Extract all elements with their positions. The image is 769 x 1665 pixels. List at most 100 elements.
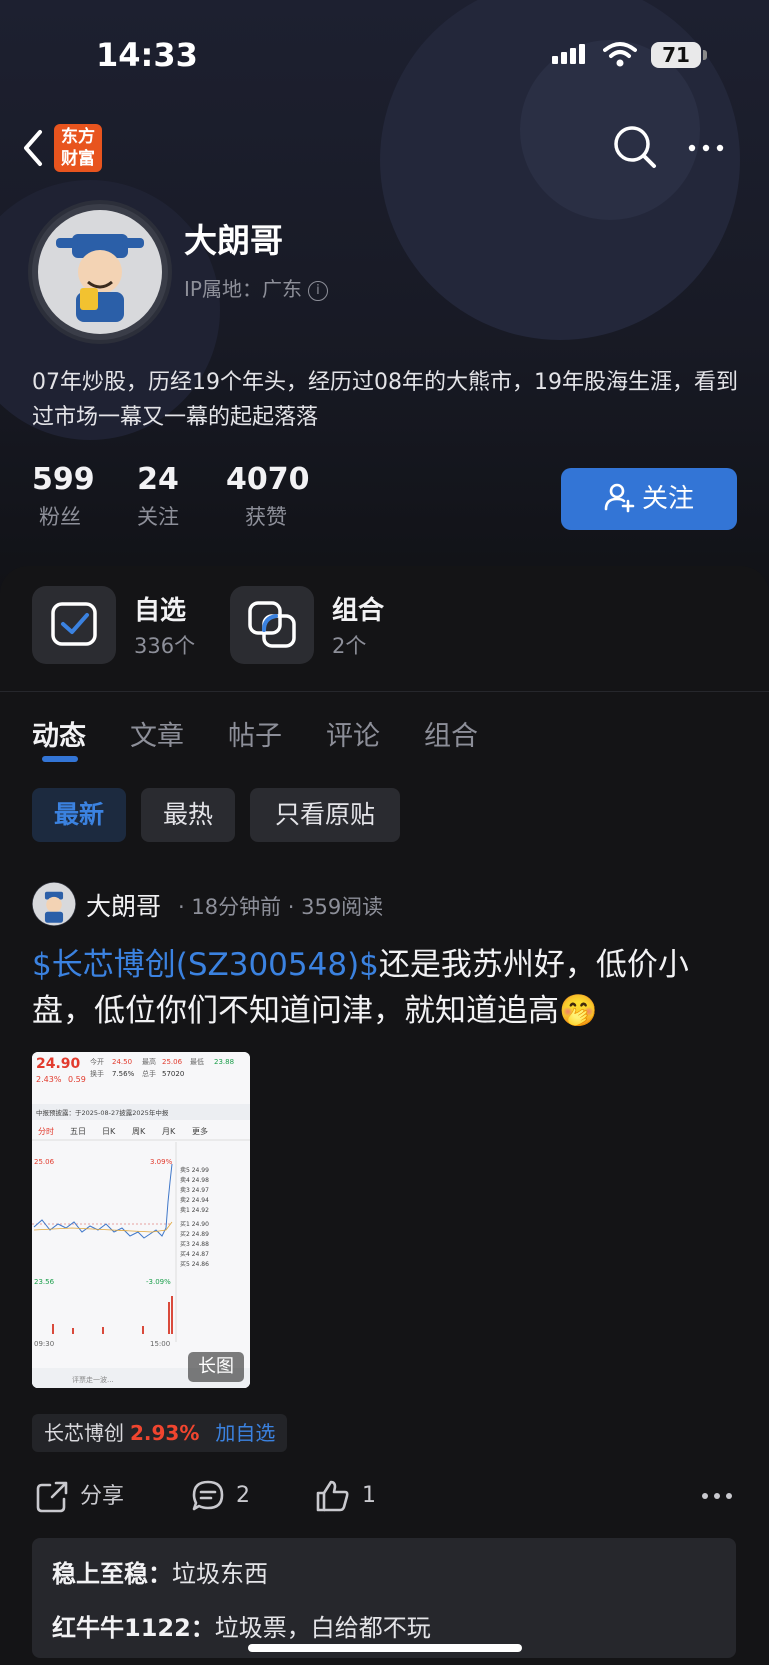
tab-posts[interactable]: 帖子 bbox=[228, 714, 282, 753]
comment-button[interactable]: 2 bbox=[190, 1478, 250, 1514]
add-to-watchlist-link[interactable]: 加自选 bbox=[215, 1421, 275, 1445]
svg-text:卖4 24.98: 卖4 24.98 bbox=[180, 1177, 209, 1184]
svg-text:卖2 24.94: 卖2 24.94 bbox=[180, 1197, 209, 1204]
ip-location: IP属地：广东 i bbox=[184, 273, 328, 302]
watchlist-count: 336个 bbox=[134, 634, 196, 658]
share-label: 分享 bbox=[80, 1484, 125, 1509]
post-text[interactable]: $长芯博创(SZ300548)$还是我苏州好，低价小盘，低位你们不知道问津，就知… bbox=[32, 942, 742, 1034]
thumb-top-pct: 3.09% bbox=[150, 1158, 173, 1166]
svg-text:换手: 换手 bbox=[90, 1069, 104, 1078]
thumb-volume: 57020 bbox=[162, 1070, 184, 1078]
follow-label: 关注 bbox=[641, 484, 694, 514]
watchlist-title[interactable]: 自选 bbox=[134, 590, 186, 627]
svg-text:买1 24.90: 买1 24.90 bbox=[180, 1220, 209, 1228]
svg-text:最高: 最高 bbox=[142, 1057, 156, 1066]
filter-latest[interactable]: 最新 bbox=[32, 788, 126, 842]
thumb-high: 25.06 bbox=[162, 1058, 183, 1066]
thumb-time-start: 09:30 bbox=[34, 1340, 54, 1348]
long-image-badge: 长图 bbox=[188, 1352, 244, 1382]
stat-value: 4070 bbox=[226, 462, 310, 497]
thumb-turnover: 7.56% bbox=[112, 1070, 135, 1078]
thumb-open: 24.50 bbox=[112, 1058, 132, 1066]
stock-tag-change: 2.93% bbox=[130, 1421, 200, 1445]
watchlist-button[interactable] bbox=[32, 586, 116, 664]
portfolio-button[interactable] bbox=[230, 586, 314, 664]
app-logo: 东方 财富 bbox=[54, 124, 102, 172]
tab-comments[interactable]: 评论 bbox=[326, 714, 380, 753]
tab-articles[interactable]: 文章 bbox=[130, 714, 184, 753]
svg-text:买2 24.89: 买2 24.89 bbox=[180, 1230, 209, 1238]
thumb-tab: 日K bbox=[102, 1127, 116, 1136]
tab-portfolios[interactable]: 组合 bbox=[424, 714, 478, 753]
portfolio-title[interactable]: 组合 bbox=[332, 590, 384, 627]
post-author-name[interactable]: 大朗哥 bbox=[86, 887, 161, 923]
svg-text:卖1 24.92: 卖1 24.92 bbox=[180, 1207, 209, 1214]
thumb-tab: 月K bbox=[162, 1127, 176, 1136]
comment-item: 稳上至稳：垃圾东西 bbox=[52, 1554, 268, 1589]
svg-text:买5 24.86: 买5 24.86 bbox=[180, 1260, 209, 1268]
thumb-tab: 周K bbox=[132, 1127, 146, 1136]
thumb-input-placeholder: 评票走一波... bbox=[72, 1375, 114, 1384]
svg-text:今开: 今开 bbox=[90, 1057, 104, 1066]
ip-location-text: IP属地：广东 bbox=[184, 277, 302, 301]
stock-link[interactable]: $长芯博创(SZ300548)$ bbox=[32, 947, 379, 983]
comment-icon bbox=[192, 1480, 224, 1511]
status-time: 14:33 bbox=[96, 36, 198, 74]
svg-text:买3 24.88: 买3 24.88 bbox=[180, 1240, 209, 1248]
battery-tip bbox=[703, 50, 707, 60]
emoji: 🤭 bbox=[559, 993, 598, 1029]
thumb-bottom-pct: -3.09% bbox=[146, 1278, 171, 1286]
comment-preview[interactable]: 稳上至稳：垃圾东西 红牛牛1122：垃圾票，白给都不玩 bbox=[32, 1538, 736, 1658]
svg-text:卖5 24.99: 卖5 24.99 bbox=[180, 1167, 209, 1174]
svg-text:最低: 最低 bbox=[190, 1057, 204, 1066]
svg-text:总手: 总手 bbox=[142, 1069, 156, 1078]
divider bbox=[0, 691, 769, 692]
like-count: 1 bbox=[362, 1483, 376, 1508]
back-arrow-icon[interactable] bbox=[18, 128, 48, 168]
thumb-tab: 五日 bbox=[70, 1127, 86, 1136]
thumb-tab: 分时 bbox=[38, 1126, 54, 1136]
stat-value: 24 bbox=[137, 462, 179, 497]
add-user-icon bbox=[604, 483, 635, 512]
post-author-avatar[interactable] bbox=[32, 882, 76, 926]
comment-user[interactable]: 稳上至稳： bbox=[52, 1560, 172, 1588]
filter-hottest[interactable]: 最热 bbox=[141, 788, 235, 842]
wifi-icon bbox=[603, 42, 637, 67]
comment-item: 红牛牛1122：垃圾票，白给都不玩 bbox=[52, 1608, 431, 1643]
filter-original-only[interactable]: 只看原贴 bbox=[250, 788, 400, 842]
status-bar: 14:33 71 bbox=[0, 0, 769, 110]
search-icon[interactable] bbox=[612, 124, 658, 170]
home-indicator[interactable] bbox=[248, 1644, 522, 1652]
thumb-low: 23.88 bbox=[214, 1058, 234, 1066]
stat-following[interactable]: 24 关注 bbox=[130, 462, 186, 531]
checkbox-icon bbox=[51, 602, 97, 646]
more-icon[interactable] bbox=[686, 138, 726, 158]
like-button[interactable]: 1 bbox=[314, 1478, 376, 1514]
comment-user[interactable]: 红牛牛1122： bbox=[52, 1614, 215, 1642]
post-image[interactable]: 24.90 2.43% 0.59 今开 24.50 最高 25.06 最低 23… bbox=[32, 1052, 250, 1388]
profile-name: 大朗哥 bbox=[184, 221, 283, 260]
thumb-time-end: 15:00 bbox=[150, 1340, 170, 1348]
stat-followers[interactable]: 599 粉丝 bbox=[32, 462, 95, 531]
battery-indicator: 71 bbox=[651, 42, 701, 68]
avatar-illustration bbox=[38, 210, 162, 334]
thumb-top-price: 25.06 bbox=[34, 1158, 55, 1166]
stock-tag[interactable]: 长芯博创 2.93% 加自选 bbox=[32, 1414, 288, 1452]
post-more-icon[interactable] bbox=[700, 1488, 734, 1504]
share-button[interactable]: 分享 bbox=[34, 1478, 124, 1515]
profile-avatar[interactable] bbox=[32, 204, 168, 340]
svg-text:卖3 24.97: 卖3 24.97 bbox=[180, 1187, 209, 1194]
portfolio-icon bbox=[248, 601, 296, 648]
follow-button[interactable]: 关注 bbox=[561, 468, 737, 530]
thumbs-up-icon bbox=[316, 1480, 349, 1512]
thumb-change-pct: 2.43% bbox=[36, 1075, 62, 1084]
stock-tag-name: 长芯博创 bbox=[44, 1421, 124, 1445]
svg-text:买4 24.87: 买4 24.87 bbox=[180, 1250, 209, 1258]
portfolio-count: 2个 bbox=[332, 634, 367, 658]
info-icon[interactable]: i bbox=[307, 280, 328, 301]
cellular-signal-icon bbox=[552, 44, 588, 64]
stock-chart-screenshot: 24.90 2.43% 0.59 今开 24.50 最高 25.06 最低 23… bbox=[32, 1052, 250, 1388]
tab-activity[interactable]: 动态 bbox=[32, 714, 86, 753]
comment-text: 垃圾东西 bbox=[172, 1560, 268, 1588]
thumb-bottom-price: 23.56 bbox=[34, 1278, 55, 1286]
